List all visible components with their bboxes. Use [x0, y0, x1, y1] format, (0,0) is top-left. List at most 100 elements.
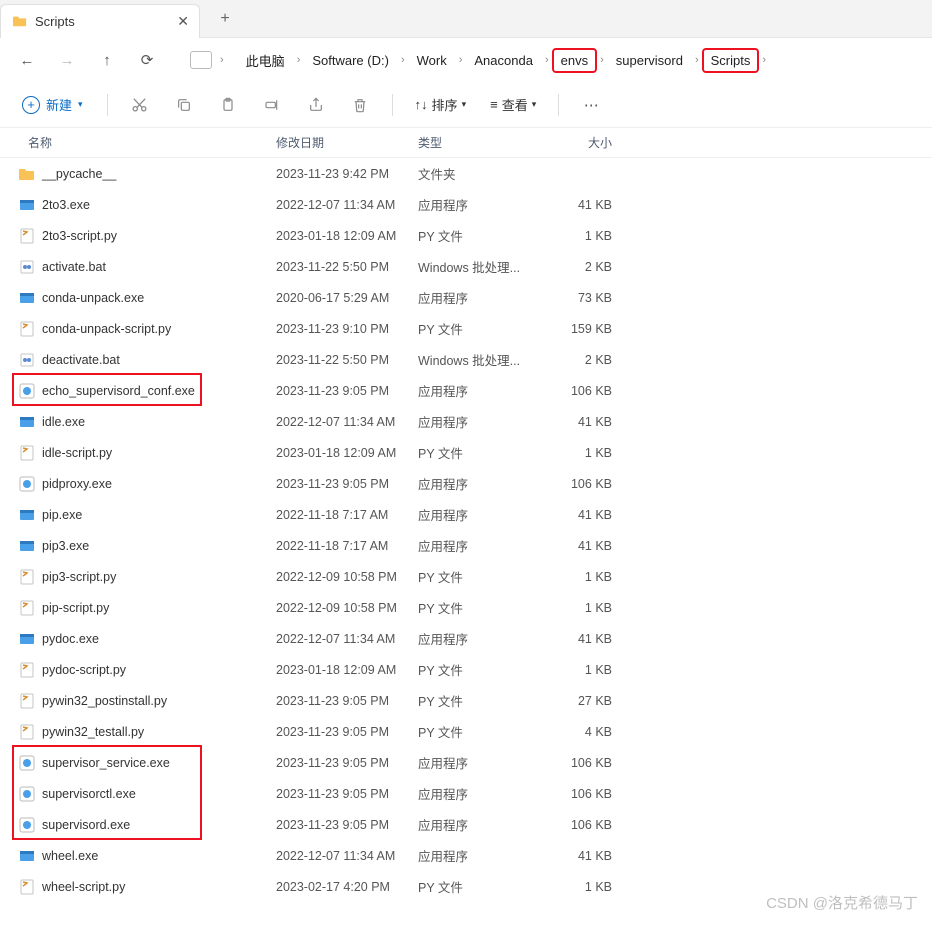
file-name: pywin32_postinstall.py: [42, 694, 276, 708]
file-icon: [18, 878, 36, 896]
file-type: 应用程序: [418, 474, 542, 493]
file-type: PY 文件: [418, 226, 542, 245]
file-name: supervisorctl.exe: [42, 787, 276, 801]
file-icon: [18, 506, 36, 524]
back-button[interactable]: ←: [10, 43, 44, 77]
file-name: supervisor_service.exe: [42, 756, 276, 770]
table-row[interactable]: wheel.exe2022-12-07 11:34 AM应用程序41 KB: [0, 840, 932, 871]
monitor-icon[interactable]: [190, 51, 212, 69]
close-icon[interactable]: ✕: [177, 13, 189, 30]
file-date: 2023-11-22 5:50 PM: [276, 353, 418, 367]
tab-scripts[interactable]: Scripts ✕: [0, 4, 200, 38]
file-date: 2023-01-18 12:09 AM: [276, 446, 418, 460]
breadcrumb-item[interactable]: Work: [409, 49, 455, 72]
toolbar: + 新建 ▾ ↑↓ 排序 ▾ ≡ 查看 ▾ ⋯: [0, 82, 932, 128]
file-list: 名称 修改日期 类型 大小 __pycache__2023-11-23 9:42…: [0, 128, 932, 902]
file-date: 2022-12-09 10:58 PM: [276, 601, 418, 615]
table-row[interactable]: supervisor_service.exe2023-11-23 9:05 PM…: [0, 747, 932, 778]
plus-icon: +: [22, 96, 40, 114]
file-date: 2022-11-18 7:17 AM: [276, 508, 418, 522]
chevron-down-icon: ▾: [462, 99, 467, 110]
table-row[interactable]: __pycache__2023-11-23 9:42 PM文件夹: [0, 158, 932, 189]
sort-button[interactable]: ↑↓ 排序 ▾: [409, 91, 473, 118]
delete-icon[interactable]: [344, 89, 376, 121]
view-button[interactable]: ≡ 查看 ▾: [484, 91, 542, 118]
file-size: 27 KB: [542, 694, 612, 708]
file-size: 1 KB: [542, 446, 612, 460]
breadcrumb-item[interactable]: supervisord: [608, 49, 691, 72]
file-size: 106 KB: [542, 477, 612, 491]
file-type: 应用程序: [418, 505, 542, 524]
file-icon: [18, 258, 36, 276]
forward-button[interactable]: →: [50, 43, 84, 77]
col-name[interactable]: 名称: [28, 134, 276, 151]
cut-icon[interactable]: [124, 89, 156, 121]
file-name: 2to3.exe: [42, 198, 276, 212]
view-icon: ≡: [490, 97, 498, 112]
file-date: 2022-12-07 11:34 AM: [276, 415, 418, 429]
table-row[interactable]: pidproxy.exe2023-11-23 9:05 PM应用程序106 KB: [0, 468, 932, 499]
col-date[interactable]: 修改日期: [276, 134, 418, 151]
file-type: 应用程序: [418, 412, 542, 431]
file-date: 2023-01-18 12:09 AM: [276, 229, 418, 243]
table-row[interactable]: conda-unpack-script.py2023-11-23 9:10 PM…: [0, 313, 932, 344]
table-row[interactable]: pip-script.py2022-12-09 10:58 PMPY 文件1 K…: [0, 592, 932, 623]
breadcrumb-item[interactable]: Scripts: [703, 49, 759, 72]
file-name: 2to3-script.py: [42, 229, 276, 243]
new-button[interactable]: + 新建 ▾: [14, 91, 91, 118]
watermark: CSDN @洛克希德马丁: [766, 892, 918, 913]
table-row[interactable]: pywin32_postinstall.py2023-11-23 9:05 PM…: [0, 685, 932, 716]
paste-icon[interactable]: [212, 89, 244, 121]
table-row[interactable]: pip3-script.py2022-12-09 10:58 PMPY 文件1 …: [0, 561, 932, 592]
table-row[interactable]: pip3.exe2022-11-18 7:17 AM应用程序41 KB: [0, 530, 932, 561]
file-icon: [18, 847, 36, 865]
file-size: 2 KB: [542, 260, 612, 274]
chevron-right-icon: ›: [543, 54, 551, 66]
share-icon[interactable]: [300, 89, 332, 121]
table-row[interactable]: conda-unpack.exe2020-06-17 5:29 AM应用程序73…: [0, 282, 932, 313]
file-name: activate.bat: [42, 260, 276, 274]
file-size: 41 KB: [542, 415, 612, 429]
file-icon: [18, 165, 36, 183]
divider: [392, 94, 393, 116]
table-row[interactable]: supervisorctl.exe2023-11-23 9:05 PM应用程序1…: [0, 778, 932, 809]
table-row[interactable]: echo_supervisord_conf.exe2023-11-23 9:05…: [0, 375, 932, 406]
file-type: PY 文件: [418, 598, 542, 617]
table-row[interactable]: deactivate.bat2023-11-22 5:50 PMWindows …: [0, 344, 932, 375]
table-row[interactable]: idle-script.py2023-01-18 12:09 AMPY 文件1 …: [0, 437, 932, 468]
breadcrumb-item[interactable]: Software (D:): [304, 49, 397, 72]
file-date: 2020-06-17 5:29 AM: [276, 291, 418, 305]
table-row[interactable]: pywin32_testall.py2023-11-23 9:05 PMPY 文…: [0, 716, 932, 747]
col-size[interactable]: 大小: [542, 134, 612, 151]
up-button[interactable]: ↑: [90, 43, 124, 77]
table-row[interactable]: supervisord.exe2023-11-23 9:05 PM应用程序106…: [0, 809, 932, 840]
table-row[interactable]: pip.exe2022-11-18 7:17 AM应用程序41 KB: [0, 499, 932, 530]
file-name: pip-script.py: [42, 601, 276, 615]
table-row[interactable]: 2to3-script.py2023-01-18 12:09 AMPY 文件1 …: [0, 220, 932, 251]
table-row[interactable]: idle.exe2022-12-07 11:34 AM应用程序41 KB: [0, 406, 932, 437]
file-name: supervisord.exe: [42, 818, 276, 832]
file-icon: [18, 754, 36, 772]
more-icon[interactable]: ⋯: [575, 89, 607, 121]
breadcrumb-item[interactable]: Anaconda: [466, 49, 541, 72]
table-row[interactable]: activate.bat2023-11-22 5:50 PMWindows 批处…: [0, 251, 932, 282]
col-type[interactable]: 类型: [418, 134, 542, 151]
table-row[interactable]: 2to3.exe2022-12-07 11:34 AM应用程序41 KB: [0, 189, 932, 220]
file-date: 2023-11-23 9:05 PM: [276, 477, 418, 491]
file-date: 2023-11-23 9:10 PM: [276, 322, 418, 336]
refresh-button[interactable]: ⟳: [130, 43, 164, 77]
rename-icon[interactable]: [256, 89, 288, 121]
table-row[interactable]: pydoc.exe2022-12-07 11:34 AM应用程序41 KB: [0, 623, 932, 654]
file-type: 应用程序: [418, 784, 542, 803]
file-type: PY 文件: [418, 691, 542, 710]
breadcrumb-item[interactable]: 此电脑: [238, 47, 293, 74]
new-tab-button[interactable]: +: [210, 4, 240, 34]
file-type: PY 文件: [418, 567, 542, 586]
file-name: wheel.exe: [42, 849, 276, 863]
breadcrumb-item[interactable]: envs: [553, 49, 596, 72]
file-date: 2023-11-23 9:05 PM: [276, 756, 418, 770]
table-row[interactable]: pydoc-script.py2023-01-18 12:09 AMPY 文件1…: [0, 654, 932, 685]
file-date: 2023-11-22 5:50 PM: [276, 260, 418, 274]
copy-icon[interactable]: [168, 89, 200, 121]
file-name: conda-unpack-script.py: [42, 322, 276, 336]
